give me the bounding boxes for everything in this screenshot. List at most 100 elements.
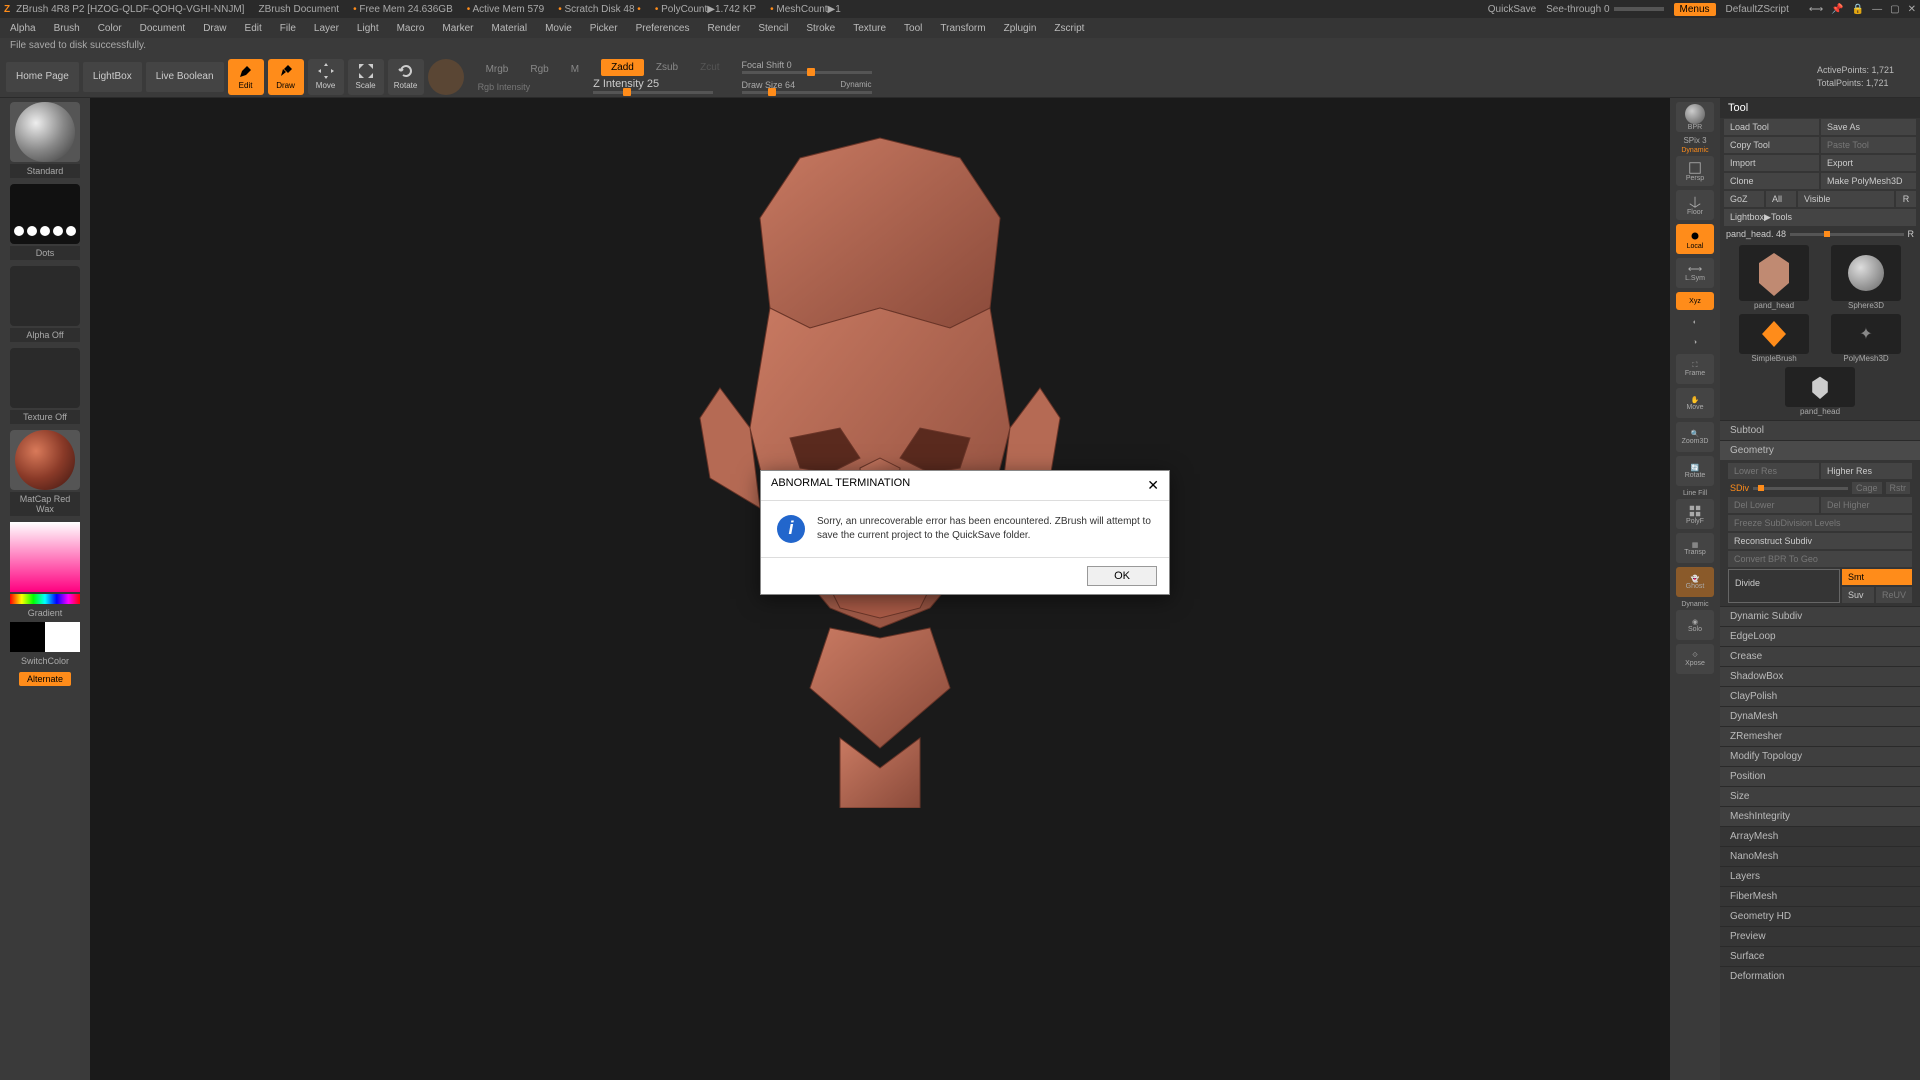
- alpha-swatch[interactable]: [10, 266, 80, 326]
- goz-button[interactable]: GoZ: [1724, 191, 1764, 207]
- menu-stroke[interactable]: Stroke: [806, 23, 835, 34]
- xyz-button[interactable]: Xyz: [1676, 292, 1714, 310]
- mesh-integrity-section[interactable]: MeshIntegrity: [1720, 806, 1920, 826]
- menus-toggle[interactable]: Menus: [1674, 3, 1716, 16]
- seethrough-slider[interactable]: [1614, 7, 1664, 11]
- lower-res-button[interactable]: Lower Res: [1728, 463, 1819, 479]
- edgeloop-section[interactable]: EdgeLoop: [1720, 626, 1920, 646]
- surface-section[interactable]: Surface: [1720, 946, 1920, 966]
- divide-button[interactable]: Divide: [1728, 569, 1840, 603]
- z-intensity-slider[interactable]: [593, 91, 713, 94]
- quicksave-button[interactable]: QuickSave: [1488, 4, 1536, 15]
- menu-preferences[interactable]: Preferences: [636, 23, 690, 34]
- shadowbox-section[interactable]: ShadowBox: [1720, 666, 1920, 686]
- zsub-button[interactable]: Zsub: [646, 59, 688, 76]
- resize-icon[interactable]: ⟷: [1809, 4, 1823, 15]
- zoom-button[interactable]: 🔍Zoom3D: [1676, 422, 1714, 452]
- smt-button[interactable]: Smt: [1842, 569, 1912, 585]
- sdiv-slider[interactable]: [1753, 487, 1848, 490]
- frame-button[interactable]: ⛶Frame: [1676, 354, 1714, 384]
- geometryhd-section[interactable]: Geometry HD: [1720, 906, 1920, 926]
- freeze-subdiv-button[interactable]: Freeze SubDivision Levels: [1728, 515, 1912, 531]
- fibermesh-section[interactable]: FiberMesh: [1720, 886, 1920, 906]
- menu-light[interactable]: Light: [357, 23, 379, 34]
- lightbox-button[interactable]: LightBox: [83, 62, 142, 92]
- save-as-button[interactable]: Save As: [1821, 119, 1916, 135]
- make-polymesh-button[interactable]: Make PolyMesh3D: [1821, 173, 1916, 189]
- copy-tool-button[interactable]: Copy Tool: [1724, 137, 1819, 153]
- m-button[interactable]: M: [561, 61, 589, 78]
- geometry-section[interactable]: Geometry: [1720, 440, 1920, 460]
- transp-button[interactable]: ▦Transp: [1676, 533, 1714, 563]
- maximize-icon[interactable]: ▢: [1890, 4, 1899, 15]
- menu-document[interactable]: Document: [140, 23, 186, 34]
- menu-alpha[interactable]: Alpha: [10, 23, 36, 34]
- gizmo-sphere[interactable]: [428, 59, 464, 95]
- dialog-ok-button[interactable]: OK: [1087, 566, 1157, 586]
- xpose-button[interactable]: ⟐Xpose: [1676, 644, 1714, 674]
- menu-picker[interactable]: Picker: [590, 23, 618, 34]
- goz-all-button[interactable]: All: [1766, 191, 1796, 207]
- del-lower-button[interactable]: Del Lower: [1728, 497, 1819, 513]
- convert-bpr-button[interactable]: Convert BPR To Geo: [1728, 551, 1912, 567]
- move-nav-button[interactable]: ✋Move: [1676, 388, 1714, 418]
- lock-icon[interactable]: 🔒: [1852, 4, 1864, 15]
- import-button[interactable]: Import: [1724, 155, 1819, 171]
- menu-tool[interactable]: Tool: [904, 23, 922, 34]
- zremesher-section[interactable]: ZRemesher: [1720, 726, 1920, 746]
- aa-half-button[interactable]: ◐: [1676, 314, 1714, 330]
- focal-shift-slider[interactable]: [742, 71, 872, 74]
- polyf-button[interactable]: PolyF: [1676, 499, 1714, 529]
- goz-visible-button[interactable]: Visible: [1798, 191, 1894, 207]
- solo-button[interactable]: ◉Solo: [1676, 610, 1714, 640]
- tool-item[interactable]: ✦: [1831, 314, 1901, 354]
- subtool-section[interactable]: Subtool: [1720, 420, 1920, 440]
- rotate-nav-button[interactable]: 🔄Rotate: [1676, 456, 1714, 486]
- reconstruct-button[interactable]: Reconstruct Subdiv: [1728, 533, 1912, 549]
- alternate-button[interactable]: Alternate: [19, 672, 71, 686]
- scale-mode-button[interactable]: Scale: [348, 59, 384, 95]
- higher-res-button[interactable]: Higher Res: [1821, 463, 1912, 479]
- preview-section[interactable]: Preview: [1720, 926, 1920, 946]
- lightbox-tools-button[interactable]: Lightbox▶Tools: [1724, 209, 1916, 226]
- close-icon[interactable]: ✕: [1908, 4, 1916, 15]
- menu-movie[interactable]: Movie: [545, 23, 572, 34]
- menu-zscript[interactable]: Zscript: [1054, 23, 1084, 34]
- move-mode-button[interactable]: Move: [308, 59, 344, 95]
- draw-mode-button[interactable]: Draw: [268, 59, 304, 95]
- menu-render[interactable]: Render: [708, 23, 741, 34]
- dynamic-subdiv-section[interactable]: Dynamic Subdiv: [1720, 606, 1920, 626]
- stroke-swatch[interactable]: [10, 184, 80, 244]
- suv-button[interactable]: Suv: [1842, 587, 1874, 603]
- color-boxes[interactable]: [10, 622, 80, 652]
- menu-texture[interactable]: Texture: [853, 23, 886, 34]
- load-tool-button[interactable]: Load Tool: [1724, 119, 1819, 135]
- ghost-button[interactable]: 👻Ghost: [1676, 567, 1714, 597]
- draw-size-slider[interactable]: [742, 91, 872, 94]
- zadd-button[interactable]: Zadd: [601, 59, 644, 76]
- local-button[interactable]: Local: [1676, 224, 1714, 254]
- tool-slot-slider[interactable]: [1790, 233, 1903, 236]
- home-page-button[interactable]: Home Page: [6, 62, 79, 92]
- menu-transform[interactable]: Transform: [940, 23, 985, 34]
- pin-icon[interactable]: 📌: [1831, 4, 1843, 15]
- modify-topology-section[interactable]: Modify Topology: [1720, 746, 1920, 766]
- menu-color[interactable]: Color: [98, 23, 122, 34]
- goz-r-button[interactable]: R: [1896, 191, 1916, 207]
- paste-tool-button[interactable]: Paste Tool: [1821, 137, 1916, 153]
- lsym-button[interactable]: ⟷L.Sym: [1676, 258, 1714, 288]
- claypolish-section[interactable]: ClayPolish: [1720, 686, 1920, 706]
- bpr-button[interactable]: BPR: [1676, 102, 1714, 132]
- dialog-close-icon[interactable]: ✕: [1147, 477, 1159, 494]
- brush-swatch[interactable]: [10, 102, 80, 162]
- del-higher-button[interactable]: Del Higher: [1821, 497, 1912, 513]
- live-boolean-button[interactable]: Live Boolean: [146, 62, 224, 92]
- menu-file[interactable]: File: [280, 23, 296, 34]
- floor-button[interactable]: Floor: [1676, 190, 1714, 220]
- menu-zplugin[interactable]: Zplugin: [1004, 23, 1037, 34]
- menu-draw[interactable]: Draw: [203, 23, 226, 34]
- export-button[interactable]: Export: [1821, 155, 1916, 171]
- reuv-button[interactable]: ReUV: [1876, 587, 1912, 603]
- menu-macro[interactable]: Macro: [397, 23, 425, 34]
- tool-item[interactable]: [1785, 367, 1855, 407]
